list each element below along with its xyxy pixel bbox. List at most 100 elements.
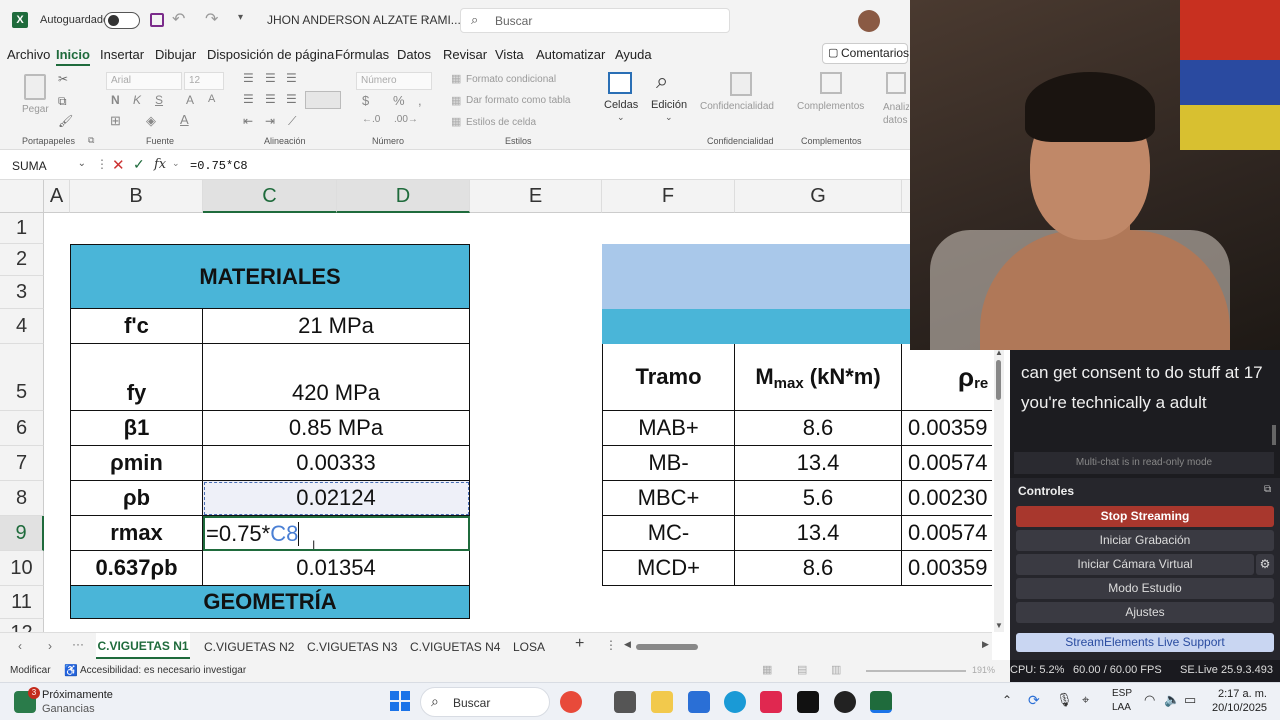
horizontal-scroll-thumb[interactable] (636, 644, 698, 650)
materiales-title[interactable]: MATERIALES (70, 244, 470, 309)
tray-volume-icon[interactable]: 🔈 (1164, 692, 1180, 708)
row-header-4[interactable]: 4 (0, 309, 44, 344)
sheet-tab-4[interactable]: C.VIGUETAS N4 (410, 640, 500, 654)
row-header-10[interactable]: 10 (0, 551, 44, 586)
thousands-icon[interactable]: , (418, 93, 422, 108)
virtual-camera-button[interactable]: Iniciar Cámara Virtual (1016, 554, 1254, 575)
tramo-row-1-name[interactable]: MAB+ (602, 411, 735, 446)
streamelements-support-button[interactable]: StreamElements Live Support (1016, 633, 1274, 652)
addins-button-label[interactable]: Complementos (797, 101, 864, 112)
excel-taskbar-icon[interactable] (870, 691, 892, 713)
header-mmax[interactable]: Mmax (kN*m) (735, 344, 902, 411)
tramo-row-3-rho[interactable]: 0.00230 (902, 481, 992, 516)
taskbar-search[interactable]: ⌕ Buscar (420, 687, 550, 717)
tab-datos[interactable]: Datos (397, 47, 431, 62)
obs-icon[interactable] (834, 691, 856, 713)
tramo-row-1-rho[interactable]: 0.00359 (902, 411, 992, 446)
format-painter-icon[interactable]: 🖌 (58, 114, 73, 128)
vertical-scrollbar-track[interactable]: ▲ ▼ (994, 348, 1004, 632)
table-format-label[interactable]: Dar formato como tabla (466, 95, 571, 106)
row-header-7[interactable]: 7 (0, 446, 44, 481)
store-icon[interactable] (688, 691, 710, 713)
tab-inicio[interactable]: Inicio (56, 47, 90, 66)
label-fy[interactable]: fy (70, 344, 203, 411)
name-box-dropdown-icon[interactable]: ⌄ (78, 158, 86, 169)
stop-streaming-button[interactable]: Stop Streaming (1016, 506, 1274, 527)
font-size-select[interactable]: 12 (184, 72, 224, 90)
borders-icon[interactable]: ⊞ (110, 113, 121, 129)
editing-icon[interactable]: ⌕ (656, 68, 668, 94)
hscroll-right-icon[interactable]: ▶ (982, 639, 989, 650)
clock-date[interactable]: 20/10/2025 (1212, 702, 1267, 714)
number-format-select[interactable]: Número (356, 72, 432, 90)
align-center-icon[interactable]: ☰ (265, 92, 276, 106)
label-rhomin[interactable]: ρmin (70, 446, 203, 481)
clock-time[interactable]: 2:17 a. m. (1218, 688, 1267, 700)
tramo-header-band-cyan[interactable] (602, 309, 910, 344)
tramo-header-band-light[interactable] (602, 244, 910, 309)
tramo-row-4-mmax[interactable]: 13.4 (735, 516, 902, 551)
col-header-f[interactable]: F (602, 180, 735, 213)
accessibility-icon[interactable]: ♿ (64, 664, 78, 677)
underline-icon[interactable]: S (155, 93, 163, 107)
cond-format-label[interactable]: Formato condicional (466, 74, 556, 85)
decrease-decimal-icon[interactable]: .00→ (394, 114, 418, 125)
name-box[interactable]: SUMA ⌄ (6, 155, 90, 177)
add-sheet-icon[interactable]: + (575, 635, 584, 653)
align-bottom-icon[interactable]: ☰ (286, 71, 297, 85)
sheet-tab-3[interactable]: C.VIGUETAS N3 (307, 640, 397, 654)
row-header-3[interactable]: 3 (0, 276, 44, 309)
row-header-6[interactable]: 6 (0, 411, 44, 446)
sheet-tab-active[interactable]: C.VIGUETAS N1 (96, 633, 190, 659)
tramo-row-3-mmax[interactable]: 5.6 (735, 481, 902, 516)
align-left-icon[interactable]: ☰ (243, 92, 254, 106)
tab-vista[interactable]: Vista (495, 47, 524, 62)
header-tramo[interactable]: Tramo (602, 344, 735, 411)
fruit-app-icon[interactable] (560, 691, 582, 713)
italic-icon[interactable]: K (133, 93, 141, 107)
cancel-icon[interactable]: ✕ (112, 156, 125, 174)
label-fc[interactable]: f'c (70, 309, 203, 344)
paste-icon[interactable] (24, 74, 46, 100)
clipboard-launcher-icon[interactable]: ⧉ (88, 135, 94, 146)
tab-revisar[interactable]: Revisar (443, 47, 487, 62)
grow-font-icon[interactable]: A (186, 93, 194, 107)
font-color-icon[interactable]: A (180, 112, 189, 127)
language-line-2[interactable]: LAA (1112, 702, 1131, 713)
confidentiality-button-label[interactable]: Confidencialidad (700, 101, 774, 112)
label-0637rhob[interactable]: 0.637ρb (70, 551, 203, 586)
sheet-tab-5[interactable]: LOSA (513, 640, 545, 654)
cell-styles-icon[interactable]: ▦ (451, 115, 461, 128)
title-dropdown-icon[interactable]: ⌄ (423, 12, 431, 23)
percent-icon[interactable]: % (393, 93, 405, 108)
cell-styles-label[interactable]: Estilos de celda (466, 117, 536, 128)
tab-archivo[interactable]: Archivo (7, 47, 50, 62)
fx-dropdown-icon[interactable]: ⌄ (172, 158, 180, 169)
tray-sync-icon[interactable]: ⟳ (1028, 692, 1040, 709)
cut-icon[interactable]: ✂ (58, 72, 68, 86)
tramo-row-5-rho[interactable]: 0.00359 (902, 551, 992, 586)
merge-cells-button[interactable] (305, 91, 341, 109)
tab-disposicion[interactable]: Disposición de página (207, 47, 334, 62)
col-header-a[interactable]: A (44, 180, 70, 213)
font-name-select[interactable]: Arial (106, 72, 182, 90)
tray-overflow-icon[interactable]: ⌃ (1002, 693, 1012, 707)
prev-sheet-icon[interactable]: ‹ (18, 639, 22, 653)
increase-decimal-icon[interactable]: ←.0 (362, 114, 380, 125)
tab-dibujar[interactable]: Dibujar (155, 47, 196, 62)
tray-location-icon[interactable]: ⌖ (1082, 692, 1089, 708)
tab-ayuda[interactable]: Ayuda (615, 47, 652, 62)
chat-scrollbar[interactable] (1272, 425, 1276, 445)
fill-color-icon[interactable]: ◈ (146, 113, 156, 129)
value-fy[interactable]: 420 MPa (203, 344, 470, 411)
netflix-icon[interactable] (797, 691, 819, 713)
value-beta1[interactable]: 0.85 MPa (203, 411, 470, 446)
search-box[interactable]: ⌕ Buscar (460, 8, 730, 33)
sheet-tab-2[interactable]: C.VIGUETAS N2 (204, 640, 294, 654)
value-0637rhob[interactable]: 0.01354 (203, 551, 470, 586)
col-header-d[interactable]: D (337, 180, 470, 213)
insert-function-icon[interactable]: fx (154, 157, 166, 172)
more-sheets-icon[interactable]: ··· (72, 637, 84, 651)
confidentiality-icon[interactable] (730, 72, 752, 96)
text-orientation-icon[interactable]: ⟋ (288, 114, 296, 129)
